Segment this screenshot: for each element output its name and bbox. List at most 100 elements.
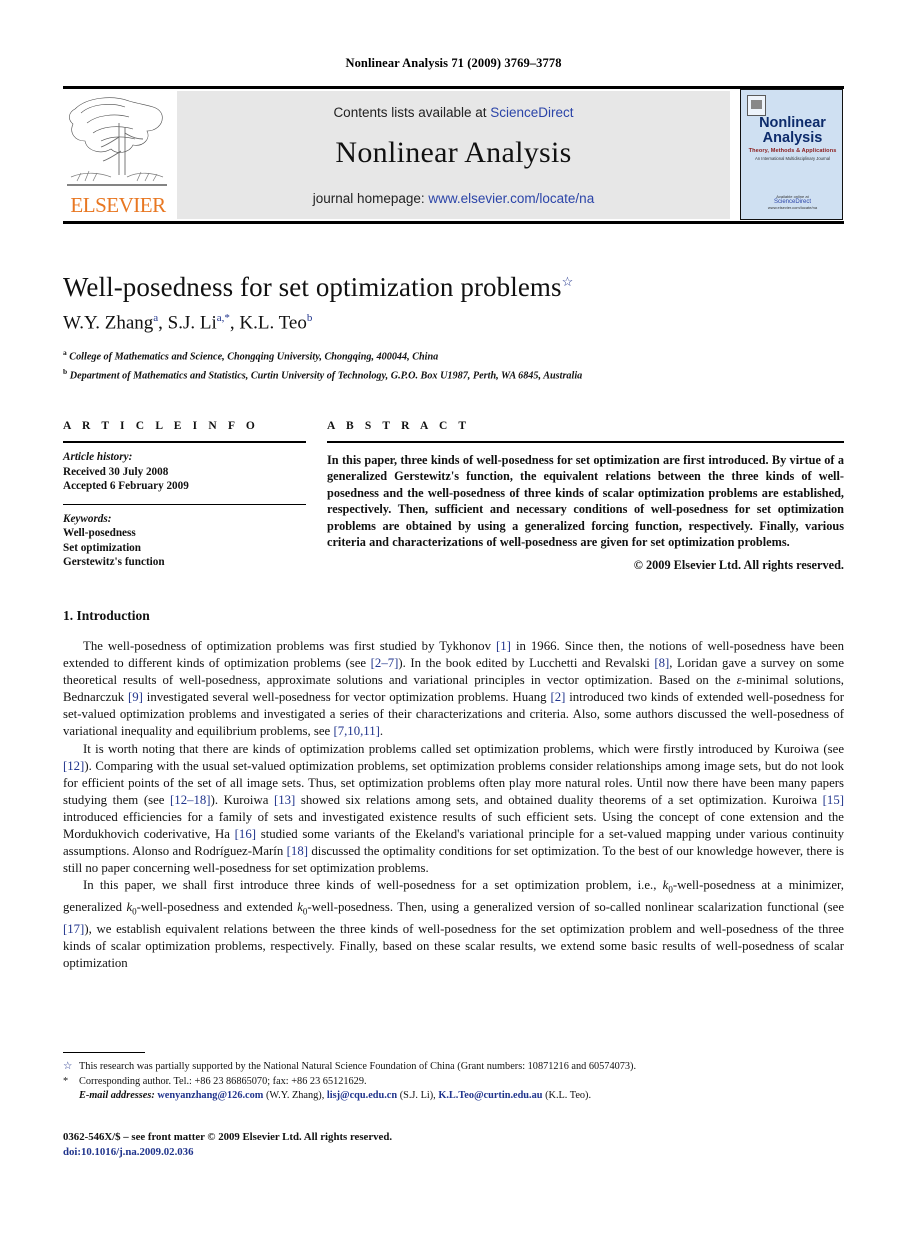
author-name[interactable]: K.L. Teo: [239, 312, 306, 333]
paragraph-2: It is worth noting that there are kinds …: [63, 741, 844, 878]
keywords-label: Keywords:: [63, 512, 112, 525]
keyword-item: Gerstewitz's function: [63, 556, 165, 568]
text-run: showed six relations among sets, and obt…: [295, 792, 823, 807]
affiliation-text: Department of Mathematics and Statistics…: [69, 370, 583, 382]
affiliation-marker: b: [63, 366, 68, 376]
article-history-received: Received 30 July 2008: [63, 465, 169, 478]
affiliation-text: College of Mathematics and Science, Chon…: [69, 351, 439, 363]
citation-ref[interactable]: [8]: [654, 656, 669, 670]
section-heading-introduction: 1. Introduction: [63, 608, 150, 623]
footnote-separator: [63, 1052, 145, 1053]
paper-page: Nonlinear Analysis 71 (2009) 3769–3778 E…: [0, 0, 907, 1238]
email-address[interactable]: wenyanzhang@126.com: [157, 1090, 263, 1101]
email-owner: (S.J. Li): [399, 1090, 434, 1102]
cover-title-line1: Nonlinear: [759, 115, 826, 131]
keyword-item: Set optimization: [63, 541, 141, 554]
cover-footer-note: www.elsevier.com/locate/na: [767, 205, 818, 210]
article-history: Article history: Received 30 July 2008 A…: [63, 450, 306, 494]
email-owner: (W.Y. Zhang): [265, 1090, 322, 1102]
cover-title: Nonlinear Analysis: [741, 115, 842, 146]
email-address[interactable]: lisj@cqu.edu.cn: [327, 1090, 397, 1101]
citation-ref[interactable]: [12]: [63, 759, 84, 773]
elsevier-tree-icon: [67, 93, 167, 191]
citation-ref[interactable]: [2–7]: [371, 656, 399, 670]
elsevier-wordmark: ELSEVIER: [70, 193, 166, 217]
journal-band: Contents lists available at ScienceDirec…: [177, 91, 730, 219]
article-info-rule: [63, 441, 306, 443]
abstract-rule: [327, 441, 844, 443]
keyword-item: Well-posedness: [63, 527, 136, 539]
footnote-corresponding: * Corresponding author. Tel.: +86 23 8686…: [63, 1075, 844, 1090]
footnote-corresponding-text: Corresponding author. Tel.: +86 23 86865…: [79, 1075, 367, 1087]
affiliation-list: a College of Mathematics and Science, Ch…: [63, 346, 844, 384]
affiliation-item: a College of Mathematics and Science, Ch…: [63, 346, 844, 365]
email-owner: (K.L. Teo): [545, 1090, 589, 1102]
author-name[interactable]: S.J. Li: [168, 312, 217, 333]
footnote-funding: ☆ This research was partially supported b…: [63, 1060, 844, 1075]
title-footnote-marker[interactable]: ☆: [562, 274, 574, 289]
footnote-star-icon: ☆: [63, 1061, 73, 1072]
text-run: The well-posedness of optimization probl…: [83, 639, 496, 653]
author-affil-marker[interactable]: a: [153, 312, 158, 324]
article-info-heading: A R T I C L E I N F O: [63, 420, 259, 432]
text-run: .: [379, 724, 384, 739]
author-affil-marker[interactable]: b: [307, 312, 313, 324]
footnote-funding-text: This research was partially supported by…: [79, 1061, 637, 1072]
email-address[interactable]: K.L.Teo@curtin.edu.au: [438, 1090, 542, 1101]
citation-ref[interactable]: [7,10,11]: [333, 724, 379, 738]
citation-ref[interactable]: [17]: [63, 922, 84, 936]
abstract-heading: A B S T R A C T: [327, 420, 471, 432]
text-run: investigated several well-posedness for …: [142, 690, 551, 705]
imprint-block: 0362-546X/$ – see front matter © 2009 El…: [63, 1130, 844, 1160]
paragraph-3: In this paper, we shall first introduce …: [63, 877, 844, 972]
elsevier-logo: ELSEVIER: [63, 89, 173, 221]
article-title-text: Well-posedness for set optimization prob…: [63, 272, 562, 302]
citation-ref[interactable]: [12–18]: [170, 793, 211, 807]
footnotes: ☆ This research was partially supported b…: [63, 1060, 844, 1104]
contents-prefix: Contents lists available at: [333, 105, 491, 120]
text-run: -well-posedness and extended: [136, 899, 298, 914]
journal-title: Nonlinear Analysis: [335, 136, 572, 169]
citation-ref[interactable]: [13]: [274, 793, 295, 807]
keywords-rule: [63, 503, 306, 505]
citation-ref[interactable]: [18]: [287, 844, 308, 858]
citation-ref[interactable]: [1]: [496, 639, 511, 653]
text-run: -well-posedness. Then, using a generaliz…: [307, 899, 845, 914]
email-label: E-mail addresses:: [79, 1090, 155, 1102]
text-run: In this paper, we shall first introduce …: [83, 878, 663, 893]
journal-homepage-line: journal homepage: www.elsevier.com/locat…: [177, 191, 730, 206]
text-run: It is worth noting that there are kinds …: [83, 741, 844, 756]
running-head: Nonlinear Analysis 71 (2009) 3769–3778: [345, 56, 562, 70]
cover-subtitle: Theory, Methods & Applications: [748, 148, 837, 154]
affiliation-item: b Department of Mathematics and Statisti…: [63, 365, 844, 384]
abstract-column: A B S T R A C T In this paper, three kin…: [327, 420, 844, 573]
cover-title-line2: Analysis: [762, 130, 823, 146]
text-run: ). Kuroiwa: [210, 792, 274, 807]
journal-masthead: ELSEVIER Contents lists available at Sci…: [63, 86, 844, 224]
citation-ref[interactable]: [16]: [235, 827, 256, 841]
cover-footer: Available online at ScienceDirect www.el…: [741, 194, 842, 210]
article-history-accepted: Accepted 6 February 2009: [63, 480, 189, 492]
body-text: The well-posedness of optimization probl…: [63, 638, 844, 972]
author-affil-marker[interactable]: a,*: [217, 312, 230, 324]
contents-available-line: Contents lists available at ScienceDirec…: [177, 105, 730, 120]
article-history-label: Article history:: [63, 451, 133, 463]
journal-cover-thumbnail[interactable]: Nonlinear Analysis Theory, Methods & App…: [740, 89, 843, 220]
text-run: ), we establish equivalent relations bet…: [63, 921, 844, 970]
paragraph-1: The well-posedness of optimization probl…: [63, 638, 844, 741]
citation-ref[interactable]: [15]: [823, 793, 844, 807]
citation-ref[interactable]: [9]: [128, 690, 143, 704]
page-title: Well-posedness for set optimization prob…: [63, 272, 844, 303]
text-run: ). In the book edited by Lucchetti and R…: [398, 656, 655, 671]
journal-homepage-link[interactable]: www.elsevier.com/locate/na: [428, 191, 594, 206]
doi-link[interactable]: doi:10.1016/j.na.2009.02.036: [63, 1145, 844, 1160]
abstract-copyright: © 2009 Elsevier Ltd. All rights reserved…: [633, 558, 844, 573]
citation-ref[interactable]: [2]: [550, 690, 565, 704]
footnote-asterisk-icon: *: [63, 1075, 69, 1087]
keywords-block: Keywords: Well-posedness Set optimizatio…: [63, 512, 306, 570]
affiliation-marker: a: [63, 348, 67, 357]
imprint-line: 0362-546X/$ – see front matter © 2009 El…: [63, 1131, 393, 1143]
sciencedirect-link[interactable]: ScienceDirect: [490, 105, 573, 120]
author-name[interactable]: W.Y. Zhang: [63, 312, 153, 333]
abstract-text: In this paper, three kinds of well-posed…: [327, 453, 844, 550]
